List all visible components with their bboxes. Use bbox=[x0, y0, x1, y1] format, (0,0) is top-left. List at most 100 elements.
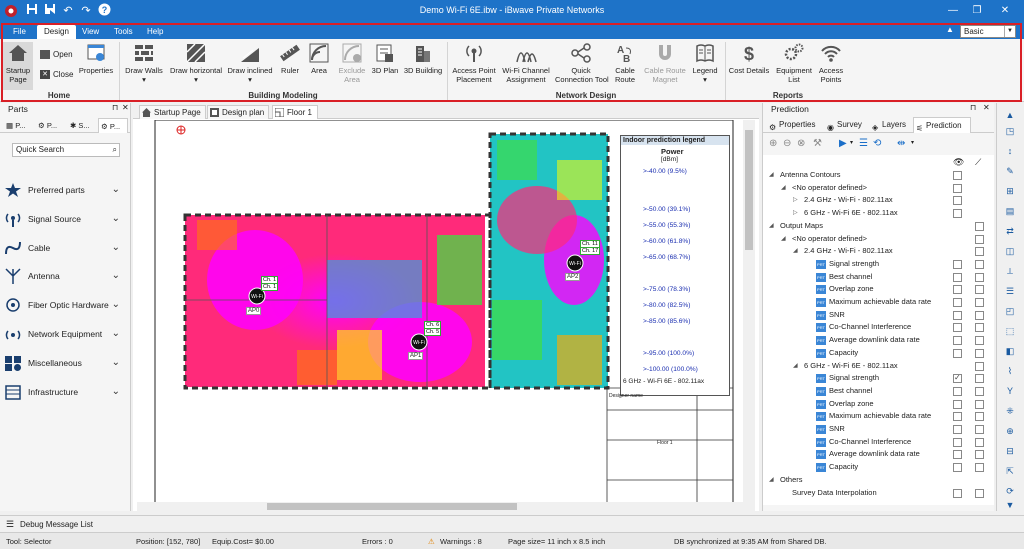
tool-icon[interactable]: ⊟ bbox=[1003, 445, 1017, 457]
tree-row[interactable]: PRT Average downlink data rate bbox=[763, 334, 994, 347]
pin-checkbox[interactable] bbox=[975, 425, 984, 434]
tool-icon[interactable]: ◳ bbox=[1003, 125, 1017, 137]
collapse-arrow-icon[interactable]: ◢ bbox=[769, 169, 774, 182]
tab-design-plan[interactable]: Design plan bbox=[207, 105, 270, 119]
tree-row[interactable]: PRT Signal strength bbox=[763, 258, 994, 271]
tool-icon[interactable]: Y bbox=[1003, 385, 1017, 397]
tool-icon[interactable]: ▤ bbox=[1003, 205, 1017, 217]
visibility-checkbox[interactable] bbox=[953, 323, 962, 333]
visibility-checkbox[interactable] bbox=[953, 412, 962, 422]
3d-building-button[interactable]: 3D Building bbox=[402, 42, 444, 75]
tree-row[interactable]: ◢ Output Maps bbox=[763, 220, 994, 233]
pin-checkbox[interactable] bbox=[975, 361, 984, 371]
tree-row[interactable]: PRT Maximum achievable data rate bbox=[763, 296, 994, 309]
pin-checkbox[interactable] bbox=[975, 450, 984, 460]
access-point-placement-button[interactable]: Access Point Placement bbox=[450, 42, 498, 84]
tree-row[interactable]: PRT Co-Channel Interference bbox=[763, 321, 994, 334]
tab-help[interactable]: Help bbox=[140, 25, 170, 39]
pin-checkbox[interactable] bbox=[975, 374, 984, 384]
ruler-button[interactable]: Ruler bbox=[277, 42, 303, 75]
cost-details-button[interactable]: $ Cost Details bbox=[728, 42, 770, 75]
tab-properties[interactable]: ⚙ Properties bbox=[767, 117, 815, 133]
visibility-checkbox[interactable] bbox=[953, 425, 962, 434]
ap2-marker[interactable]: Wi-Fi bbox=[566, 254, 584, 272]
visibility-checkbox[interactable] bbox=[953, 372, 962, 385]
tree-row[interactable]: ◢ Antenna Contours bbox=[763, 169, 994, 182]
expand-arrow-icon[interactable]: ▷ bbox=[793, 194, 798, 207]
tool-icon[interactable]: ⬚ bbox=[1003, 325, 1017, 337]
exclude-area-button[interactable]: Exclude Area bbox=[335, 42, 369, 84]
visibility-checkbox[interactable] bbox=[953, 488, 962, 498]
visibility-checkbox[interactable] bbox=[953, 183, 962, 193]
pin-checkbox[interactable] bbox=[975, 463, 984, 473]
scroll-thumb[interactable] bbox=[745, 130, 753, 250]
tool-icon[interactable]: ⟂ bbox=[1003, 265, 1017, 277]
pin-checkbox[interactable] bbox=[975, 336, 984, 346]
tree-row[interactable]: PRT Overlap zone bbox=[763, 398, 994, 411]
tree-row[interactable]: ◢ <No operator defined> bbox=[763, 233, 994, 246]
minimize-icon[interactable]: — bbox=[944, 3, 962, 19]
close-panel-icon[interactable]: ✕ bbox=[983, 103, 990, 112]
wifi-channel-assignment-button[interactable]: Wi-Fi Channel Assignment bbox=[500, 42, 552, 84]
scroll-up-icon[interactable]: ▲ bbox=[1003, 109, 1017, 121]
tree-row[interactable]: Survey Data Interpolation bbox=[763, 487, 994, 500]
tool-icon[interactable]: ◧ bbox=[1003, 345, 1017, 357]
draw-inclined-button[interactable]: Draw inclined ▾ bbox=[226, 42, 274, 84]
tool-icon[interactable]: ⇱ bbox=[1003, 465, 1017, 477]
collapse-arrow-icon[interactable]: ◢ bbox=[793, 360, 798, 373]
tool-icon[interactable]: ⇄ bbox=[1003, 225, 1017, 237]
pin-icon[interactable]: ⊓ bbox=[112, 103, 118, 112]
pin-icon[interactable]: ⊓ bbox=[970, 103, 976, 112]
tree-row[interactable]: PRT Maximum achievable data rate bbox=[763, 410, 994, 423]
tree-row[interactable]: PRT Co-Channel Interference bbox=[763, 436, 994, 449]
tab-layers[interactable]: ◈ Layers bbox=[870, 117, 906, 133]
quick-connection-tool-button[interactable]: Quick Connection Tool bbox=[555, 42, 609, 84]
tree-row[interactable]: ◢ Others bbox=[763, 474, 994, 487]
tool-icon[interactable]: ⊞ bbox=[1003, 185, 1017, 197]
mode-select[interactable]: Basic ▼ bbox=[960, 25, 1016, 38]
ap1-marker[interactable]: Wi-Fi bbox=[410, 333, 428, 351]
part-infrastructure[interactable]: Infrastructure ⌄ bbox=[4, 382, 124, 402]
part-antenna[interactable]: Antenna ⌄ bbox=[4, 266, 124, 286]
visibility-checkbox[interactable] bbox=[953, 437, 962, 447]
collapse-ribbon-icon[interactable]: ▲ bbox=[946, 25, 954, 34]
pin-checkbox[interactable] bbox=[975, 323, 984, 333]
tree-row[interactable]: PRT Signal strength bbox=[763, 372, 994, 385]
pin-checkbox[interactable] bbox=[975, 234, 984, 244]
close-panel-icon[interactable]: ✕ bbox=[122, 103, 129, 112]
tree-row[interactable]: ▷ 2.4 GHz - Wi-Fi - 802.11ax bbox=[763, 194, 994, 207]
cable-route-magnet-button[interactable]: Cable Route Magnet bbox=[643, 42, 687, 84]
list-icon[interactable]: ☰ bbox=[859, 138, 868, 149]
pin-checkbox[interactable] bbox=[975, 412, 984, 422]
visibility-checkbox[interactable] bbox=[953, 336, 962, 346]
horizontal-scrollbar[interactable] bbox=[137, 502, 743, 511]
tool-icon[interactable]: ◰ bbox=[1003, 305, 1017, 317]
tools-icon[interactable]: ⚒ bbox=[813, 138, 822, 149]
tool-icon[interactable]: ⁜ bbox=[1003, 405, 1017, 417]
prediction-legend[interactable]: Indoor prediction legend Power [dBm] >-4… bbox=[620, 135, 730, 396]
tab-startup-page[interactable]: Startup Page bbox=[139, 105, 206, 119]
tree-row[interactable]: ▷ 6 GHz - Wi-Fi 6E - 802.11ax bbox=[763, 207, 994, 220]
part-fiber-optic-hardware[interactable]: Fiber Optic Hardware ⌄ bbox=[4, 295, 124, 315]
status-warnings[interactable]: Warnings : 8 bbox=[440, 537, 482, 546]
draw-horizontal-button[interactable]: Draw horizontal ▾ bbox=[168, 42, 224, 84]
visibility-checkbox[interactable] bbox=[953, 285, 962, 295]
pin-checkbox[interactable] bbox=[975, 272, 984, 282]
open-button[interactable]: Open bbox=[40, 49, 73, 60]
tool-icon[interactable]: ☰ bbox=[1003, 285, 1017, 297]
restore-icon[interactable]: ❐ bbox=[968, 3, 986, 19]
visibility-checkbox[interactable] bbox=[953, 386, 962, 396]
pin-checkbox[interactable] bbox=[975, 437, 984, 447]
parts-tab-2[interactable]: ⚙ P... bbox=[36, 118, 57, 133]
add-icon[interactable]: ⊕ bbox=[769, 138, 777, 149]
parts-tab-4[interactable]: ⚙ P... bbox=[98, 118, 128, 133]
scroll-thumb[interactable] bbox=[267, 503, 517, 510]
tool-icon[interactable]: ⟳ bbox=[1003, 485, 1017, 497]
tab-design[interactable]: Design bbox=[37, 25, 76, 39]
draw-walls-button[interactable]: Draw Walls ▾ bbox=[123, 42, 165, 84]
3d-plan-button[interactable]: 3D Plan bbox=[371, 42, 399, 75]
tab-view[interactable]: View bbox=[75, 25, 106, 39]
visibility-checkbox[interactable] bbox=[953, 196, 962, 206]
part-cable[interactable]: Cable ⌄ bbox=[4, 238, 124, 258]
collapse-arrow-icon[interactable]: ◢ bbox=[793, 245, 798, 258]
